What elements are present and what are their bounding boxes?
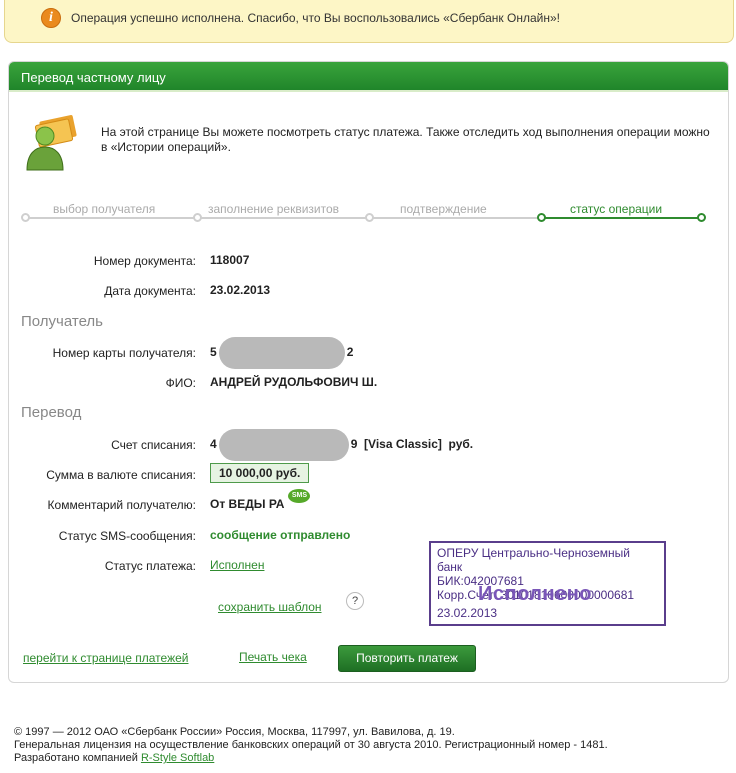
stamp-status: Исполнено (478, 583, 593, 605)
card-number: 52 (210, 336, 353, 369)
step-status: статус операции (570, 202, 663, 216)
repeat-payment-button[interactable]: Повторить платеж (338, 645, 476, 672)
help-icon[interactable]: ? (346, 592, 364, 610)
info-icon: i (41, 8, 61, 28)
page-footer: © 1997 — 2012 ОАО «Сбербанк России» Росс… (14, 726, 608, 765)
card-number-label: Номер карты получателя: (52, 346, 196, 360)
success-notice: i Операция успешно исполнена. Спасибо, ч… (4, 0, 734, 43)
redacted-card (218, 336, 345, 369)
amount-label: Сумма в валюте списания: (46, 468, 196, 482)
redacted-account (218, 428, 349, 461)
footer-license: Генеральная лицензия на осуществление ба… (14, 739, 608, 751)
recipient-name-label: ФИО: (165, 376, 196, 390)
step-dot (697, 213, 706, 222)
account-currency: руб. (448, 437, 474, 451)
account-prefix: 4 (210, 437, 217, 451)
comment-text: От ВЕДЫ РА (210, 497, 285, 511)
progress-steps: выбор получателя заполнение реквизитов п… (21, 202, 706, 222)
step-dot (21, 213, 30, 222)
bank-stamp: ОПЕРУ Центрально-Черноземный банк БИК:04… (429, 541, 666, 626)
step-dot (537, 213, 546, 222)
footer-copyright: © 1997 — 2012 ОАО «Сбербанк России» Росс… (14, 726, 455, 738)
notice-text: Операция успешно исполнена. Спасибо, что… (71, 11, 560, 25)
doc-date: 23.02.2013 (210, 283, 271, 297)
account-suffix: 9 (350, 437, 358, 451)
to-payments-link[interactable]: перейти к странице платежей (23, 651, 188, 665)
print-receipt-link[interactable]: Печать чека (239, 650, 307, 664)
amount-value: 10 000,00 руб. (210, 463, 310, 483)
save-template-link[interactable]: сохранить шаблон (218, 600, 322, 614)
panel-header: Перевод частному лицу (9, 62, 728, 92)
step-track-active (541, 217, 701, 219)
step-track (25, 217, 541, 219)
sms-status-label: Статус SMS-сообщения: (58, 529, 196, 543)
step-fill-details: заполнение реквизитов (208, 202, 340, 216)
payment-status-link[interactable]: Исполнен (210, 558, 264, 572)
developer-link[interactable]: R-Style Softlab (141, 752, 214, 764)
payment-status-label: Статус платежа: (104, 559, 196, 573)
recipient-name: АНДРЕЙ РУДОЛЬФОВИЧ Ш. (210, 375, 378, 389)
panel-title: Перевод частному лицу (21, 70, 166, 85)
intro-text: На этой странице Вы можете посмотреть ст… (101, 125, 710, 154)
doc-number: 118007 (210, 253, 250, 267)
stamp-date: 23.02.2013 (437, 606, 498, 620)
sms-status-value: сообщение отправлено (210, 528, 351, 542)
footer-developer: Разработано компанией R-Style Softlab (14, 752, 608, 765)
account-type: [Visa Classic] (364, 437, 442, 451)
comment-value: От ВЕДЫ РАSMS (210, 489, 311, 511)
step-dot (365, 213, 374, 222)
comment-label: Комментарий получателю: (47, 498, 196, 512)
card-suffix: 2 (346, 345, 354, 359)
account-label: Счет списания: (111, 438, 196, 452)
step-dot (193, 213, 202, 222)
step-confirm: подтверждение (400, 202, 487, 216)
doc-number-label: Номер документа: (93, 254, 196, 268)
step-select-recipient: выбор получателя (53, 202, 156, 216)
money-transfer-icon (26, 115, 77, 171)
recipient-section-title: Получатель (21, 313, 103, 330)
footer-developer-prefix: Разработано компанией (14, 752, 138, 764)
sms-icon: SMS (288, 489, 311, 503)
account-value: 4 9 [Visa Classic] руб. (210, 428, 473, 461)
card-prefix: 5 (210, 345, 217, 359)
doc-date-label: Дата документа: (104, 284, 196, 298)
transfer-section-title: Перевод (21, 404, 82, 421)
stamp-bank: ОПЕРУ Центрально-Черноземный банк (437, 546, 630, 574)
transfer-panel: Перевод частному лицу На этой странице В… (8, 61, 729, 683)
